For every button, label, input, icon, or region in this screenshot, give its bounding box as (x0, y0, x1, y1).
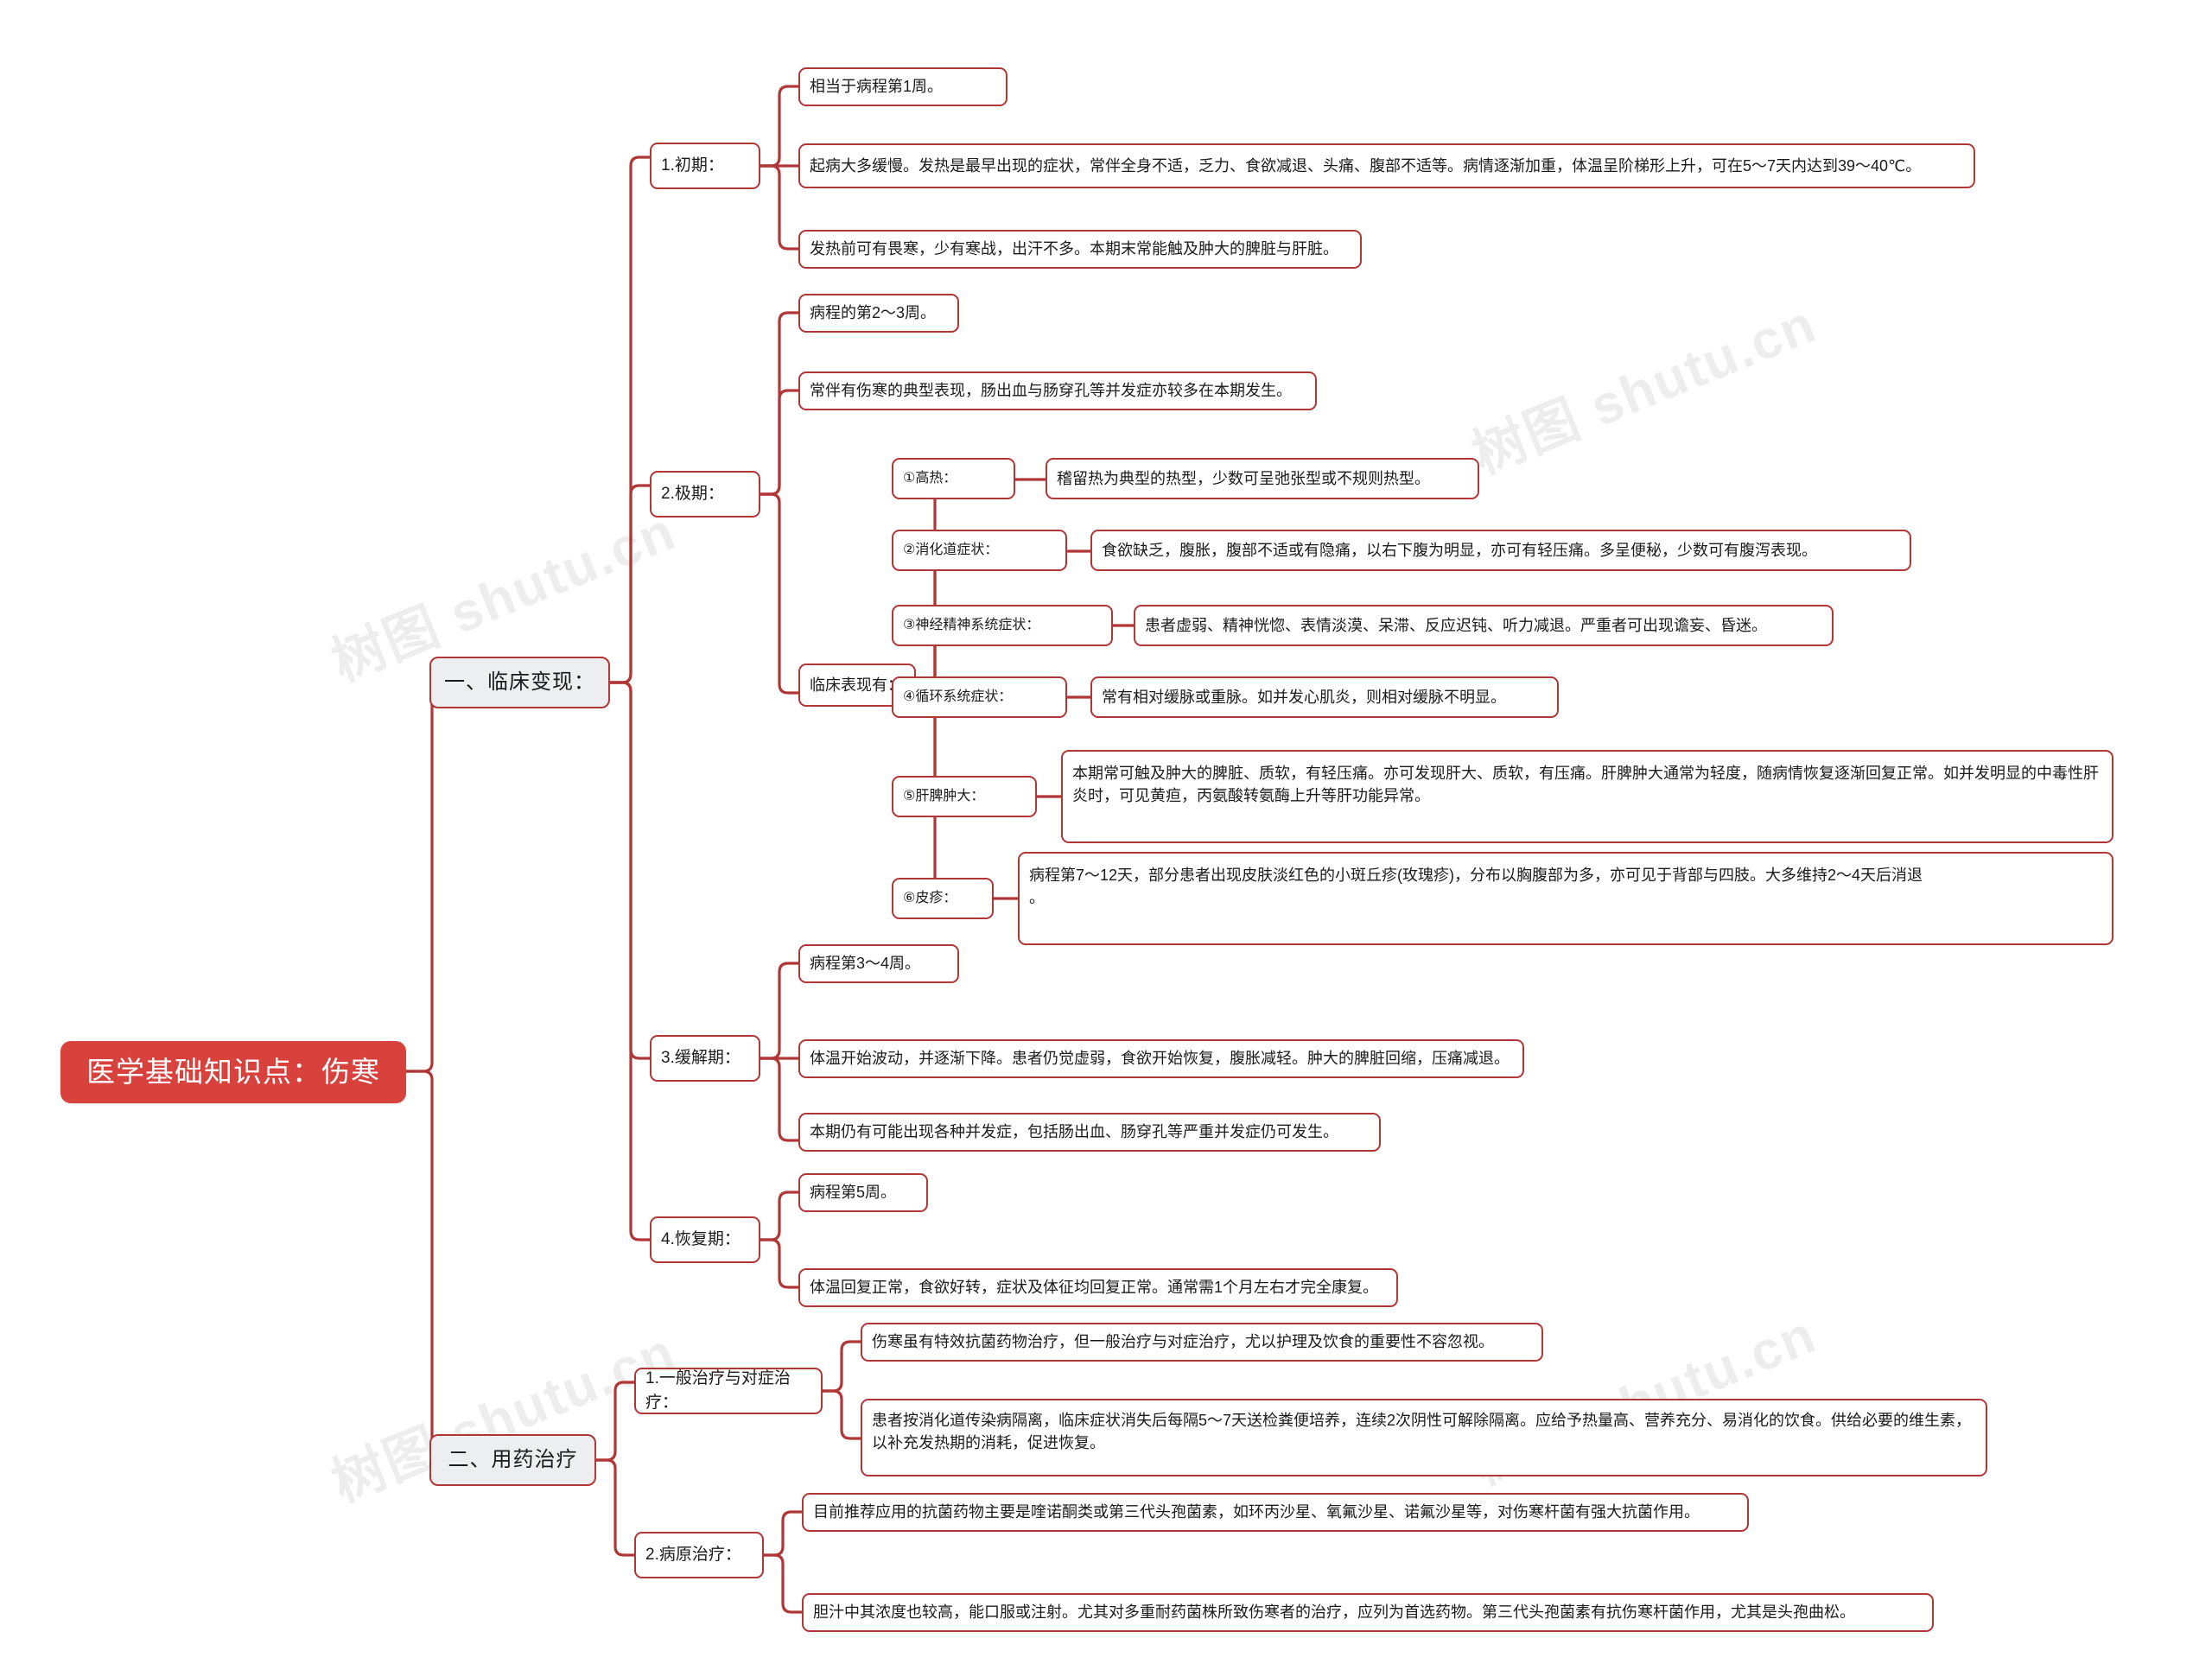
sub-node-label: ③神经精神系统症状： (903, 618, 1040, 633)
sub-node-neuropsychiatric-symptoms[interactable]: ③神经精神系统症状： (892, 605, 1113, 646)
leaf-text: 常有相对缓脉或重脉。如并发心肌炎，则相对缓脉不明显。 (1102, 688, 1506, 706)
node-stage-remission[interactable]: 3.缓解期： (650, 1035, 760, 1082)
leaf-node[interactable]: 本期常可触及肿大的脾脏、质软，有轻压痛。亦可发现肝大、质软，有压痛。肝脾肿大通常… (1061, 750, 2113, 843)
leaf-text: 伤寒虽有特效抗菌药物治疗，但一般治疗与对症治疗，尤以护理及饮食的重要性不容忽视。 (872, 1333, 1494, 1351)
node-stage-recovery[interactable]: 4.恢复期： (650, 1216, 760, 1263)
leaf-node[interactable]: 起病大多缓慢。发热是最早出现的症状，常伴全身不适，乏力、食欲减退、头痛、腹部不适… (798, 143, 1975, 188)
root-node[interactable]: 医学基础知识点：伤寒 (60, 1041, 406, 1103)
leaf-text: 病程第5周。 (810, 1184, 897, 1202)
branch-label: 二、用药治疗 (448, 1447, 578, 1471)
node-etiological-treatment[interactable]: 2.病原治疗： (634, 1532, 764, 1578)
node-stage-peak[interactable]: 2.极期： (650, 471, 760, 518)
sub-node-label: ④循环系统症状： (903, 689, 1013, 705)
leaf-text: 病程第3～4周。 (810, 955, 921, 973)
leaf-text: 患者按消化道传染病隔离，临床症状消失后每隔5～7天送检粪便培养，连续2次阴性可解… (872, 1412, 1972, 1452)
mindmap-canvas: 树图 shutu.cn 树图 shutu.cn 树图 shutu.cn 树图 s… (0, 0, 2212, 1670)
leaf-node[interactable]: 发热前可有畏寒，少有寒战，出汗不多。本期末常能触及肿大的脾脏与肝脏。 (798, 230, 1362, 269)
watermark: 树图 shutu.cn (1464, 294, 1825, 486)
leaf-text: 体温回复正常，食欲好转，症状及体征均回复正常。通常需1个月左右才完全康复。 (810, 1279, 1379, 1297)
leaf-text: 体温开始波动，并逐渐下降。患者仍觉虚弱，食欲开始恢复，腹胀减轻。肿大的脾脏回缩，… (810, 1050, 1510, 1068)
leaf-node[interactable]: 伤寒虽有特效抗菌药物治疗，但一般治疗与对症治疗，尤以护理及饮食的重要性不容忽视。 (861, 1323, 1543, 1362)
leaf-node[interactable]: 常伴有伤寒的典型表现，肠出血与肠穿孔等并发症亦较多在本期发生。 (798, 371, 1317, 410)
node-label: 1.初期： (661, 156, 724, 175)
leaf-node[interactable]: 病程的第2～3周。 (798, 294, 959, 333)
leaf-text: 本期仍有可能出现各种并发症，包括肠出血、肠穿孔等严重并发症仍可发生。 (810, 1123, 1338, 1141)
leaf-node[interactable]: 常有相对缓脉或重脉。如并发心肌炎，则相对缓脉不明显。 (1090, 676, 1559, 718)
node-stage-initial[interactable]: 1.初期： (650, 143, 760, 189)
leaf-node[interactable]: 相当于病程第1周。 (798, 67, 1007, 106)
branch-node-treatment[interactable]: 二、用药治疗 (429, 1434, 596, 1486)
node-general-symptomatic-treatment[interactable]: 1.一般治疗与对症治疗： (634, 1368, 823, 1414)
sub-node-circulatory-symptoms[interactable]: ④循环系统症状： (892, 676, 1067, 718)
leaf-node[interactable]: 病程第5周。 (798, 1173, 928, 1212)
leaf-node[interactable]: 胆汁中其浓度也较高，能口服或注射。尤其对多重耐药菌株所致伤寒者的治疗，应列为首选… (802, 1593, 1934, 1632)
leaf-node[interactable]: 体温回复正常，食欲好转，症状及体征均回复正常。通常需1个月左右才完全康复。 (798, 1268, 1398, 1307)
node-label: 4.恢复期： (661, 1230, 741, 1249)
leaf-text: 胆汁中其浓度也较高，能口服或注射。尤其对多重耐药菌株所致伤寒者的治疗，应列为首选… (813, 1603, 1855, 1622)
leaf-node[interactable]: 体温开始波动，并逐渐下降。患者仍觉虚弱，食欲开始恢复，腹胀减轻。肿大的脾脏回缩，… (798, 1039, 1524, 1078)
root-label: 医学基础知识点：伤寒 (86, 1056, 380, 1089)
leaf-text: 目前推荐应用的抗菌药物主要是喹诺酮类或第三代头孢菌素，如环丙沙星、氧氟沙星、诺氟… (813, 1503, 1700, 1521)
node-label: 2.病原治疗： (645, 1546, 741, 1565)
leaf-node[interactable]: 食欲缺乏，腹胀，腹部不适或有隐痛，以右下腹为明显，亦可有轻压痛。多呈便秘，少数可… (1090, 530, 1911, 571)
leaf-node[interactable]: 患者虚弱、精神恍惚、表情淡漠、呆滞、反应迟钝、听力减退。严重者可出现谵妄、昏迷。 (1134, 605, 1834, 646)
node-label: 2.极期： (661, 485, 724, 504)
leaf-text: 病程的第2～3周。 (810, 304, 937, 322)
leaf-text: 食欲缺乏，腹胀，腹部不适或有隐痛，以右下腹为明显，亦可有轻压痛。多呈便秘，少数可… (1102, 541, 1817, 559)
leaf-node[interactable]: 本期仍有可能出现各种并发症，包括肠出血、肠穿孔等严重并发症仍可发生。 (798, 1113, 1381, 1152)
branch-node-clinical[interactable]: 一、临床变现： (429, 657, 610, 708)
leaf-text: 患者虚弱、精神恍惚、表情淡漠、呆滞、反应迟钝、听力减退。严重者可出现谵妄、昏迷。 (1145, 616, 1767, 634)
sub-node-digestive-symptoms[interactable]: ②消化道症状： (892, 530, 1067, 571)
leaf-node[interactable]: 病程第7～12天，部分患者出现皮肤淡红色的小斑丘疹(玫瑰疹)，分布以胸腹部为多，… (1018, 852, 2113, 945)
leaf-text: 相当于病程第1周。 (810, 78, 944, 96)
leaf-node[interactable]: 病程第3～4周。 (798, 944, 959, 983)
sub-node-label: ⑥皮疹： (903, 891, 957, 906)
branch-label: 一、临床变现： (444, 670, 595, 694)
node-label: 临床表现有： (810, 676, 903, 694)
leaf-text: 发热前可有畏寒，少有寒战，出汗不多。本期末常能触及肿大的脾脏与肝脏。 (810, 240, 1338, 258)
leaf-node[interactable]: 患者按消化道传染病隔离，临床症状消失后每隔5～7天送检粪便培养，连续2次阴性可解… (861, 1399, 1987, 1476)
leaf-text: 病程第7～12天，部分患者出现皮肤淡红色的小斑丘疹(玫瑰疹)，分布以胸腹部为多，… (1029, 867, 1923, 907)
node-label: 3.缓解期： (661, 1049, 741, 1068)
leaf-text: 稽留热为典型的热型，少数可呈弛张型或不规则热型。 (1057, 469, 1430, 487)
sub-node-label: ①高热： (903, 471, 957, 486)
node-label: 1.一般治疗与对症治疗： (645, 1369, 791, 1412)
sub-node-high-fever[interactable]: ①高热： (892, 458, 1015, 499)
leaf-node[interactable]: 目前推荐应用的抗菌药物主要是喹诺酮类或第三代头孢菌素，如环丙沙星、氧氟沙星、诺氟… (802, 1493, 1749, 1532)
sub-node-rash[interactable]: ⑥皮疹： (892, 878, 994, 919)
leaf-text: 起病大多缓慢。发热是最早出现的症状，常伴全身不适，乏力、食欲减退、头痛、腹部不适… (810, 156, 1922, 175)
sub-node-label: ②消化道症状： (903, 543, 999, 558)
sub-node-label: ⑤肝脾肿大： (903, 789, 985, 804)
sub-node-hepatosplenomegaly[interactable]: ⑤肝脾肿大： (892, 776, 1037, 817)
leaf-text: 本期常可触及肿大的脾脏、质软，有轻压痛。亦可发现肝大、质软，有压痛。肝脾肿大通常… (1072, 765, 2099, 805)
leaf-node[interactable]: 稽留热为典型的热型，少数可呈弛张型或不规则热型。 (1046, 458, 1479, 499)
leaf-text: 常伴有伤寒的典型表现，肠出血与肠穿孔等并发症亦较多在本期发生。 (810, 382, 1292, 400)
